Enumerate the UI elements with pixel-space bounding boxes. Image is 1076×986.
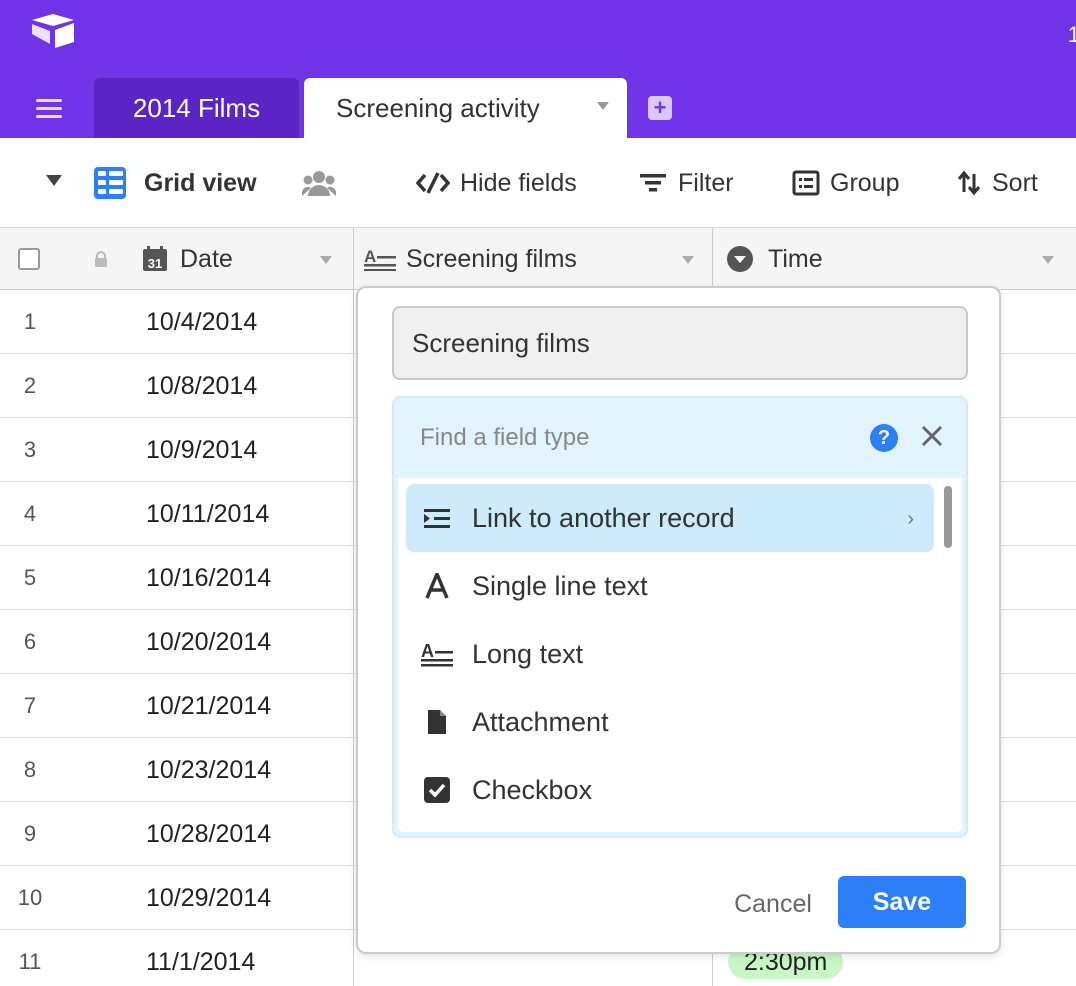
add-table-icon[interactable]: + [648, 95, 672, 120]
chevron-down-icon[interactable] [1042, 256, 1054, 264]
field-type-search: ? [394, 398, 966, 478]
row-number: 11 [18, 949, 42, 974]
long-text-icon: A [364, 247, 396, 271]
date-cell[interactable]: 10/29/2014 [146, 866, 271, 930]
svg-text:A: A [364, 247, 376, 266]
group-icon [792, 170, 820, 196]
row-number: 10 [17, 885, 43, 910]
column-label: Screening films [406, 244, 577, 273]
sort-icon [956, 170, 982, 196]
date-cell[interactable]: 10/8/2014 [146, 354, 257, 418]
single-select-icon [726, 245, 754, 273]
field-name-input[interactable] [392, 306, 968, 380]
column-label: Time [768, 244, 823, 273]
field-type-link-to-another-record[interactable]: Link to another record › [406, 484, 934, 552]
chevron-down-icon[interactable] [320, 256, 332, 264]
top-right-glyph: 1 [1067, 22, 1076, 47]
hide-fields-label: Hide fields [460, 168, 577, 197]
chevron-down-icon[interactable] [682, 256, 694, 264]
menu-icon[interactable] [36, 92, 72, 124]
column-label: Date [180, 244, 233, 273]
grid-view-icon [94, 167, 126, 199]
filter-button[interactable]: Filter [638, 166, 734, 200]
single-line-text-icon [420, 573, 454, 599]
hide-fields-icon [416, 171, 450, 195]
svg-text:A: A [421, 641, 434, 661]
date-cell[interactable]: 10/16/2014 [146, 546, 271, 610]
group-button[interactable]: Group [792, 166, 899, 200]
date-cell[interactable]: 10/11/2014 [146, 482, 269, 546]
calendar-icon: 31 [142, 246, 168, 272]
group-label: Group [830, 168, 900, 197]
select-all-checkbox[interactable] [18, 228, 40, 290]
sort-label: Sort [992, 168, 1038, 197]
date-cell[interactable]: 10/9/2014 [146, 418, 257, 482]
filter-label: Filter [678, 168, 734, 197]
row-number: 4 [23, 501, 37, 526]
field-type-list: Link to another record › Single line tex… [398, 478, 962, 832]
date-cell[interactable]: 11/1/2014 [146, 930, 255, 986]
row-number: 7 [23, 693, 37, 718]
date-cell[interactable]: 10/4/2014 [146, 290, 257, 354]
close-icon[interactable] [918, 422, 946, 450]
svg-text:31: 31 [148, 256, 162, 271]
row-number: 3 [23, 437, 37, 462]
field-type-label: Single line text [472, 570, 648, 601]
save-button[interactable]: Save [838, 876, 966, 928]
app-header: 1 2014 Films Screening activity + [0, 0, 1076, 138]
field-type-label: Link to another record [472, 502, 735, 533]
long-text-icon: A [420, 641, 454, 667]
view-toolbar: Grid view Hide fields Filter Group Sort [0, 138, 1076, 228]
cancel-button[interactable]: Cancel [718, 878, 828, 930]
row-number: 6 [23, 629, 37, 654]
share-view-icon[interactable] [302, 166, 336, 200]
tab-2014-films[interactable]: 2014 Films [94, 78, 299, 138]
row-number: 5 [23, 565, 37, 590]
tab-label: 2014 Films [132, 92, 261, 123]
date-cell[interactable]: 10/21/2014 [146, 674, 271, 738]
tab-label: Screening activity [336, 92, 540, 123]
logo-icon[interactable] [28, 10, 78, 50]
field-type-search-input[interactable] [420, 418, 840, 458]
row-number: 9 [23, 821, 37, 846]
checkbox-icon [420, 776, 454, 804]
filter-icon [638, 171, 668, 195]
link-record-icon [420, 506, 454, 530]
attachment-icon [420, 708, 454, 736]
date-cell[interactable]: 10/28/2014 [146, 802, 271, 866]
date-cell[interactable]: 10/23/2014 [146, 738, 271, 802]
row-number: 2 [23, 373, 37, 398]
field-type-checkbox[interactable]: Checkbox [406, 756, 934, 824]
field-type-label: Attachment [472, 706, 609, 737]
chevron-down-icon[interactable] [597, 102, 609, 110]
column-header-time[interactable]: Time [726, 228, 823, 290]
field-type-attachment[interactable]: Attachment [406, 688, 934, 756]
row-number: 1 [23, 309, 37, 334]
column-header-screening-films[interactable]: A Screening films [364, 228, 577, 290]
field-type-panel: ? Link to another record › Single line t… [392, 396, 968, 838]
field-editor-popup: ? Link to another record › Single line t… [356, 286, 1001, 954]
field-type-single-line-text[interactable]: Single line text [406, 552, 934, 620]
hide-fields-button[interactable]: Hide fields [416, 166, 577, 200]
lock-icon [94, 228, 108, 290]
field-type-long-text[interactable]: A Long text [406, 620, 934, 688]
tab-screening-activity[interactable]: Screening activity [304, 78, 627, 138]
list-scrollbar[interactable] [944, 486, 952, 548]
field-type-label: Long text [472, 638, 584, 669]
date-cell[interactable]: 10/20/2014 [146, 610, 271, 674]
view-name: Grid view [144, 168, 257, 197]
help-icon[interactable]: ? [870, 424, 898, 452]
table-header: 31 Date A Screening films Time [0, 228, 1076, 290]
field-type-label: Checkbox [472, 774, 593, 805]
row-number: 8 [23, 757, 37, 782]
view-switcher-caret-icon[interactable] [46, 175, 62, 186]
column-header-date[interactable]: 31 Date [142, 228, 233, 290]
sort-button[interactable]: Sort [956, 166, 1038, 200]
view-name-button[interactable]: Grid view [94, 166, 257, 200]
chevron-right-icon: › [907, 508, 914, 530]
